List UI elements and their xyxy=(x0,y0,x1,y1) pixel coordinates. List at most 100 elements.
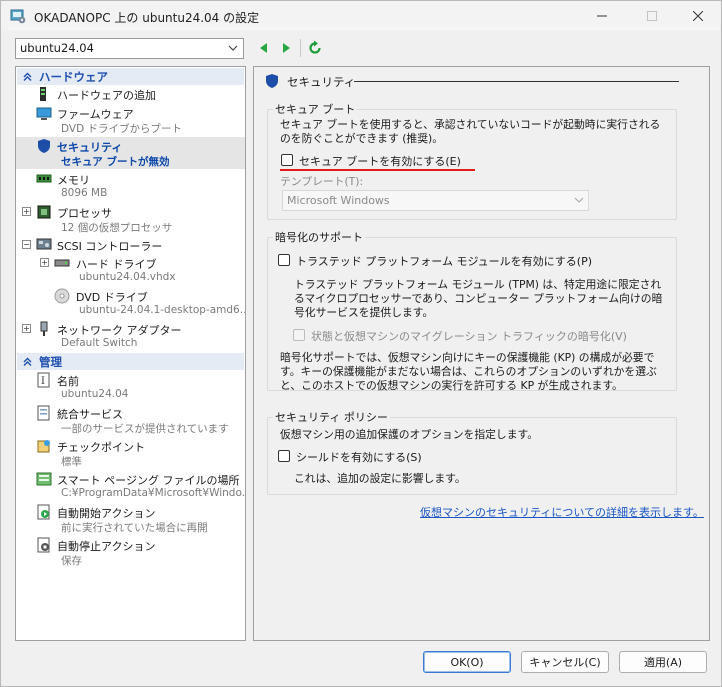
group-title: セキュリティ ポリシー xyxy=(273,409,390,425)
tree-item-label: スマート ページング ファイルの場所 xyxy=(57,474,240,487)
enable-shielding-label[interactable]: シールドを有効にする(S) xyxy=(296,449,422,465)
highlight-underline xyxy=(280,169,475,171)
collapse-chevron-icon xyxy=(23,72,32,81)
processor-icon xyxy=(37,205,51,219)
dvd-drive-icon xyxy=(54,288,70,304)
section-heading: セキュリティ xyxy=(287,75,356,89)
management-category-header[interactable]: 管理 xyxy=(17,353,244,370)
checkpoint-icon xyxy=(37,440,50,453)
tree-item-label: 名前 xyxy=(57,375,79,388)
enable-secure-boot-label[interactable]: セキュア ブートを有効にする(E) xyxy=(299,153,461,169)
template-dropdown: Microsoft Windows xyxy=(282,190,589,211)
shield-icon xyxy=(266,74,278,88)
tree-item-hard-drive[interactable]: + ハード ドライブ ubuntu24.04.vhdx xyxy=(16,254,245,286)
tree-item-sub: Default Switch xyxy=(61,337,138,349)
vm-selector-value: ubuntu24.04 xyxy=(20,41,94,55)
tree-item-sub: ubuntu24.04.vhdx xyxy=(79,271,176,283)
shielding-note: これは、追加の設定に影響します。 xyxy=(294,472,466,485)
tree-item-label: ハードウェアの追加 xyxy=(57,89,156,102)
settings-window: OKADANOPC 上の ubuntu24.04 の設定 ubuntu24.04… xyxy=(0,0,722,687)
cancel-button[interactable]: キャンセル(C) xyxy=(521,651,609,673)
minimize-icon xyxy=(597,15,607,17)
tree-item-sub: ubuntu-24.04.1-desktop-amd6... xyxy=(79,304,246,316)
svg-text:I: I xyxy=(41,376,45,387)
name-icon: I xyxy=(37,372,50,388)
template-value: Microsoft Windows xyxy=(287,194,390,207)
tree-item-label: ハード ドライブ xyxy=(76,258,157,271)
tree-item-network-adapter[interactable]: + ネットワーク アダプター Default Switch xyxy=(16,320,245,352)
ok-button[interactable]: OK(O) xyxy=(423,651,511,673)
chevron-down-icon xyxy=(574,197,584,203)
chevron-down-icon xyxy=(228,45,238,51)
expand-toggle[interactable]: + xyxy=(40,258,49,267)
tree-item-security[interactable]: セキュリティ セキュア ブートが無効 xyxy=(16,137,245,169)
management-header-label: 管理 xyxy=(39,354,62,369)
tree-item-label: セキュリティ xyxy=(57,141,123,154)
expand-toggle[interactable]: + xyxy=(22,207,31,216)
forward-arrow-icon[interactable] xyxy=(279,41,293,55)
collapse-chevron-icon xyxy=(23,357,32,366)
firmware-icon xyxy=(36,107,52,120)
tree-item-smart-paging[interactable]: スマート ページング ファイルの場所 C:¥ProgramData¥Micros… xyxy=(16,470,245,502)
tree-item-scsi-controller[interactable]: − SCSI コントローラー xyxy=(16,236,245,253)
vm-selector[interactable]: ubuntu24.04 xyxy=(15,38,244,59)
policy-description: 仮想マシン用の追加保護のオプションを指定します。 xyxy=(280,428,539,441)
tree-item-name[interactable]: I 名前 ubuntu24.04 xyxy=(16,371,245,403)
memory-icon xyxy=(36,174,52,183)
tree-item-dvd-drive[interactable]: DVD ドライブ ubuntu-24.04.1-desktop-amd6... xyxy=(16,287,245,319)
tree-item-memory[interactable]: メモリ 8096 MB xyxy=(16,170,245,202)
hardware-category-header[interactable]: ハードウェア xyxy=(17,68,244,85)
tree-item-label: ネットワーク アダプター xyxy=(57,324,182,337)
tree-item-sub: 8096 MB xyxy=(61,187,108,199)
settings-tree: ハードウェア ハードウェアの追加 ファームウェア DVD ドライブからブート セ… xyxy=(15,66,246,641)
tree-item-integration-services[interactable]: 統合サービス 一部のサービスが提供されています xyxy=(16,404,245,436)
hard-drive-icon xyxy=(54,259,70,267)
tree-item-add-hardware[interactable]: ハードウェアの追加 xyxy=(16,86,245,103)
enable-shielding-checkbox[interactable] xyxy=(278,450,290,462)
tree-item-label: プロセッサ xyxy=(57,207,112,220)
tree-item-checkpoints[interactable]: チェックポイント 標準 xyxy=(16,437,245,469)
tpm-description: トラステッド プラットフォーム モジュール (TPM) は、特定用途に限定される… xyxy=(294,278,663,319)
group-title: セキュア ブート xyxy=(273,101,358,117)
enable-secure-boot-checkbox[interactable] xyxy=(281,154,293,166)
template-label: テンプレート(T): xyxy=(280,175,364,188)
maximize-button[interactable] xyxy=(629,1,675,31)
security-settings-panel: セキュリティ セキュア ブート セキュア ブートを使用すると、承認されていないコ… xyxy=(253,66,710,641)
tree-item-sub: C:¥ProgramData¥Microsoft¥Windo... xyxy=(61,487,246,499)
secure-boot-description: セキュア ブートを使用すると、承認されていないコードが起動時に実行されるのを防ぐ… xyxy=(280,118,661,145)
tree-item-sub: 保存 xyxy=(61,555,82,567)
shield-icon xyxy=(38,139,50,153)
enable-tpm-label[interactable]: トラステッド プラットフォーム モジュールを有効にする(P) xyxy=(296,253,592,269)
tree-item-label: メモリ xyxy=(57,174,90,187)
tree-item-auto-start[interactable]: 自動開始アクション 前に実行されていた場合に再開 xyxy=(16,503,245,535)
encrypt-migration-label: 状態と仮想マシンのマイグレーション トラフィックの暗号化(V) xyxy=(311,330,627,343)
tree-item-label: 統合サービス xyxy=(57,408,123,421)
smart-paging-icon xyxy=(36,472,52,486)
refresh-icon[interactable] xyxy=(307,40,323,56)
maximize-icon xyxy=(647,11,657,21)
enable-tpm-checkbox[interactable] xyxy=(278,254,290,266)
integration-services-icon xyxy=(37,405,50,421)
tree-item-sub: 12 個の仮想プロセッサ xyxy=(61,222,173,234)
tree-item-sub: セキュア ブートが無効 xyxy=(61,156,170,168)
minimize-button[interactable] xyxy=(579,1,625,31)
title-bar: OKADANOPC 上の ubuntu24.04 の設定 xyxy=(1,1,721,31)
hardware-header-label: ハードウェア xyxy=(39,69,108,84)
tree-item-sub: ubuntu24.04 xyxy=(61,388,129,400)
tree-item-sub: 一部のサービスが提供されています xyxy=(61,423,229,435)
tree-item-auto-stop[interactable]: 自動停止アクション 保存 xyxy=(16,536,245,568)
tree-item-firmware[interactable]: ファームウェア DVD ドライブからブート xyxy=(16,104,245,136)
tree-item-sub: 標準 xyxy=(61,456,82,468)
tree-item-processor[interactable]: + プロセッサ 12 個の仮想プロセッサ xyxy=(16,203,245,235)
tree-item-label: ファームウェア xyxy=(57,108,134,121)
collapse-toggle[interactable]: − xyxy=(22,240,31,249)
close-button[interactable] xyxy=(675,1,721,31)
network-adapter-icon xyxy=(40,321,48,336)
apply-button[interactable]: 適用(A) xyxy=(619,651,707,673)
security-details-link[interactable]: 仮想マシンのセキュリティについての詳細を表示します。 xyxy=(420,504,704,520)
expand-toggle[interactable]: + xyxy=(22,324,31,333)
tree-item-label: チェックポイント xyxy=(57,441,145,454)
back-arrow-icon[interactable] xyxy=(257,41,271,55)
close-icon xyxy=(693,11,703,21)
tree-item-label: 自動開始アクション xyxy=(57,507,156,520)
